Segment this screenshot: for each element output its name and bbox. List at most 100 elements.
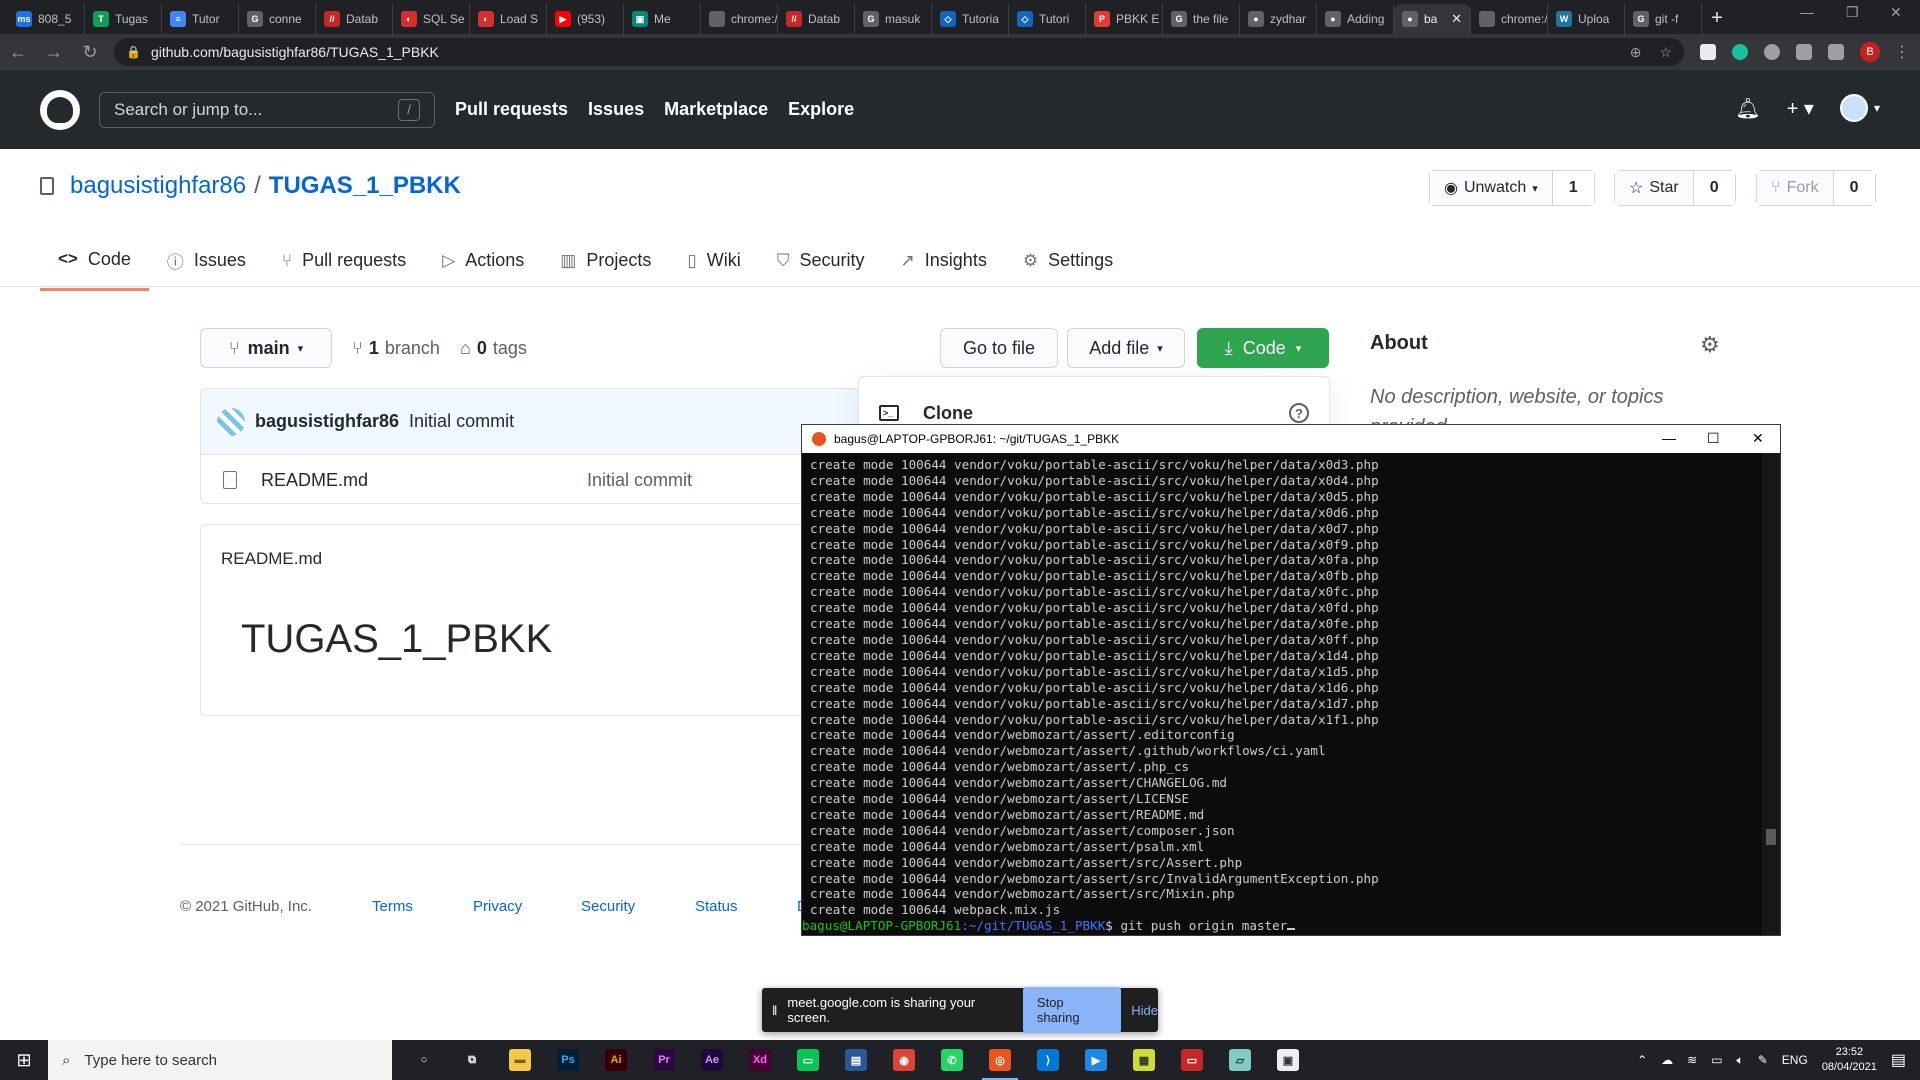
browser-tab[interactable]: ◇ Tutori: [1009, 4, 1086, 34]
footer-link-terms[interactable]: Terms: [372, 898, 413, 915]
taskbar-app-premiere[interactable]: Pr: [640, 1040, 688, 1080]
browser-tab[interactable]: ◐ Load S: [470, 4, 547, 34]
battery-icon[interactable]: ▭: [1711, 1053, 1722, 1067]
terminal-scrollbar[interactable]: [1762, 453, 1780, 935]
reload-icon[interactable]: ↻: [72, 42, 108, 63]
branches-link[interactable]: ⑂ 1 branch: [352, 338, 440, 359]
go-to-file-button[interactable]: Go to file: [940, 328, 1058, 368]
url-input[interactable]: 🔒 github.com/bagusistighfar86/TUGAS_1_PB…: [114, 38, 1684, 66]
unwatch-button[interactable]: ◉ Unwatch ▾: [1430, 171, 1553, 205]
taskbar-app-task-view[interactable]: ⧉: [448, 1040, 496, 1080]
scrollbar-thumb[interactable]: [1766, 829, 1776, 845]
stop-sharing-button[interactable]: Stop sharing: [1022, 987, 1122, 1033]
browser-tab[interactable]: ms 808_5: [8, 4, 85, 34]
user-menu[interactable]: ▾: [1839, 94, 1880, 122]
tab-issues[interactable]: ⓘ Issues: [149, 238, 264, 291]
tab-pull-requests[interactable]: ⑂ Pull requests: [264, 238, 424, 291]
taskbar-app-xd[interactable]: Xd: [736, 1040, 784, 1080]
forward-icon[interactable]: →: [36, 42, 72, 63]
file-commit-message-link[interactable]: Initial commit: [587, 470, 692, 491]
taskbar-app-notes[interactable]: ▱: [1216, 1040, 1264, 1080]
browser-tab[interactable]: ● zydhar: [1240, 4, 1317, 34]
taskbar-app-monitor[interactable]: ▣: [1264, 1040, 1312, 1080]
gear-icon[interactable]: ⚙: [1700, 332, 1720, 358]
commit-author-link[interactable]: bagusistighfar86: [255, 411, 399, 432]
onedrive-icon[interactable]: ☁: [1661, 1053, 1673, 1067]
windows-start-icon[interactable]: ⊞: [0, 1040, 48, 1080]
bell-icon[interactable]: 🔔︎: [1735, 96, 1760, 121]
branch-select-button[interactable]: ⑂ main ▾: [200, 328, 332, 368]
code-button[interactable]: ⤓ Code ▾: [1197, 328, 1329, 368]
taskbar-app-illustrator[interactable]: Ai: [592, 1040, 640, 1080]
browser-tab[interactable]: P PBKK E: [1086, 4, 1163, 34]
tab-settings[interactable]: ⚙ Settings: [1005, 238, 1131, 291]
browser-tab[interactable]: W Uploa: [1548, 4, 1625, 34]
star-count[interactable]: 0: [1693, 171, 1735, 205]
terminal-prompt[interactable]: bagus@LAPTOP-GPBORJ61:~/git/TUGAS_1_PBKK…: [802, 918, 1760, 934]
browser-tab[interactable]: ● ba ✕: [1394, 4, 1471, 34]
close-window-icon[interactable]: ✕: [1890, 4, 1902, 21]
maximize-icon[interactable]: ☐: [1707, 430, 1720, 447]
plus-dropdown-icon[interactable]: + ▾: [1787, 96, 1814, 121]
terminal-window[interactable]: bagus@LAPTOP-GPBORJ61: ~/git/TUGAS_1_PBK…: [801, 424, 1781, 936]
browser-tab[interactable]: Gmasuk: [855, 4, 932, 34]
taskbar-app-cortana[interactable]: ○: [400, 1040, 448, 1080]
commit-message-link[interactable]: Initial commit: [409, 411, 514, 432]
puzzle-icon[interactable]: [1796, 44, 1812, 60]
bookmark-star-icon[interactable]: ☆: [1659, 44, 1672, 61]
taskbar-app-vscode[interactable]: ⟩: [1024, 1040, 1072, 1080]
chevron-up-icon[interactable]: ⌃: [1637, 1053, 1647, 1067]
browser-tab[interactable]: T Tugas: [85, 4, 162, 34]
fork-button[interactable]: ⑂ Fork: [1757, 171, 1834, 205]
tab-wiki[interactable]: ▯ Wiki: [669, 238, 758, 291]
restore-window-icon[interactable]: ❐: [1846, 4, 1859, 21]
tab-projects[interactable]: ▥ Projects: [542, 238, 669, 291]
globe-icon[interactable]: [1764, 44, 1780, 60]
wifi-icon[interactable]: ≋: [1687, 1053, 1697, 1067]
browser-tab[interactable]: chrome://n: [1471, 4, 1548, 34]
back-icon[interactable]: ←: [0, 42, 36, 63]
tags-link[interactable]: ⌂ 0 tags: [460, 338, 527, 359]
browser-tab[interactable]: Gthe file: [1163, 4, 1240, 34]
pen-icon[interactable]: ✎: [1758, 1053, 1768, 1067]
taskbar-app-photoshop[interactable]: Ps: [544, 1040, 592, 1080]
minimize-window-icon[interactable]: —: [1800, 4, 1814, 20]
fork-count[interactable]: 0: [1833, 171, 1875, 205]
volume-icon[interactable]: 🔈︎: [1737, 1053, 1744, 1068]
browser-tab[interactable]: ◇ Tutoria: [932, 4, 1009, 34]
menu-kebab-icon[interactable]: ⋮: [1894, 42, 1910, 62]
footer-link-status[interactable]: Status: [695, 898, 738, 915]
tab-insights[interactable]: ↗ Insights: [883, 238, 1005, 291]
browser-tab[interactable]: chrome://n: [701, 4, 778, 34]
browser-tab[interactable]: ◐ SQL Se: [393, 4, 470, 34]
reading-list-icon[interactable]: [1828, 44, 1844, 60]
add-file-button[interactable]: Add file ▾: [1067, 328, 1185, 368]
nav-issues[interactable]: Issues: [588, 99, 644, 120]
grammarly-icon[interactable]: [1732, 44, 1748, 60]
file-name-link[interactable]: README.md: [261, 470, 587, 491]
terminal-titlebar[interactable]: bagus@LAPTOP-GPBORJ61: ~/git/TUGAS_1_PBK…: [802, 425, 1780, 453]
browser-tab[interactable]: // Datab: [778, 4, 855, 34]
close-icon[interactable]: ✕: [1752, 430, 1764, 447]
github-logo-icon[interactable]: [40, 89, 80, 130]
extension-icon[interactable]: [1700, 44, 1716, 60]
star-button[interactable]: ☆ Star: [1615, 171, 1694, 205]
repo-name-link[interactable]: TUGAS_1_PBKK: [269, 172, 461, 200]
browser-tab[interactable]: // Datab: [316, 4, 393, 34]
search-input[interactable]: Search or jump to... /: [99, 91, 435, 128]
browser-tab[interactable]: ≡ Tutor: [162, 4, 239, 34]
language-indicator[interactable]: ENG: [1782, 1053, 1808, 1067]
browser-tab[interactable]: Gconne: [239, 4, 316, 34]
taskbar-app-line[interactable]: ▭: [784, 1040, 832, 1080]
notification-icon[interactable]: ▤: [1891, 1050, 1906, 1070]
taskbar-app-photo-editor[interactable]: ▦: [1120, 1040, 1168, 1080]
browser-tab[interactable]: ▶ (953): [547, 4, 624, 34]
nav-marketplace[interactable]: Marketplace: [664, 99, 768, 120]
tab-security[interactable]: ⛉ Security: [759, 238, 883, 291]
taskbar-app-chrome[interactable]: ◉: [880, 1040, 928, 1080]
new-tab-icon[interactable]: +: [1702, 7, 1732, 30]
taskbar-app-document[interactable]: ▭: [1168, 1040, 1216, 1080]
taskbar-app-file-explorer[interactable]: ▬: [496, 1040, 544, 1080]
footer-link-security[interactable]: Security: [581, 898, 635, 915]
close-tab-icon[interactable]: ✕: [1451, 11, 1462, 27]
